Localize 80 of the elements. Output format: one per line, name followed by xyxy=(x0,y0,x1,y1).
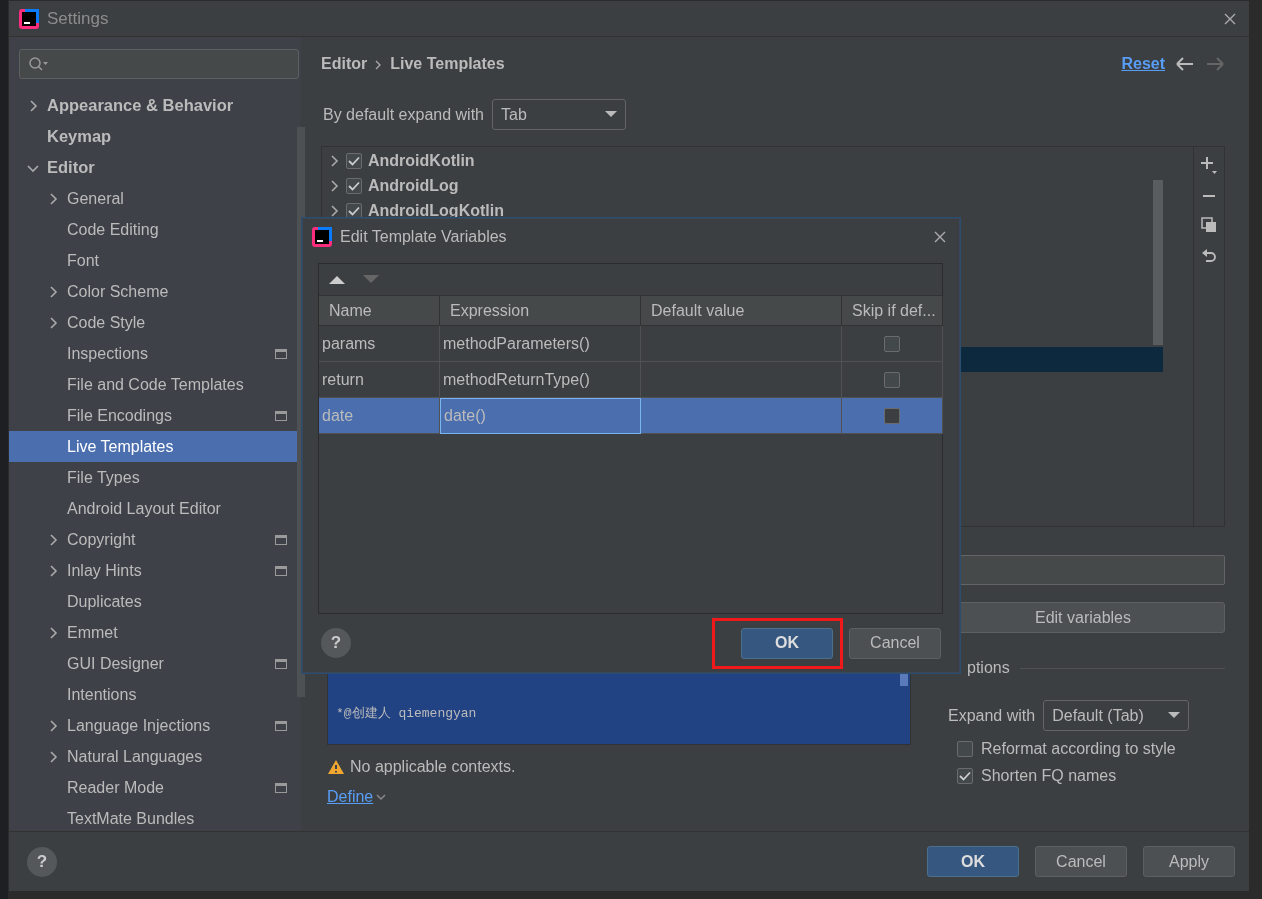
tree-item[interactable]: Inlay Hints xyxy=(9,555,301,586)
checkbox[interactable] xyxy=(957,768,973,784)
template-group-label: AndroidLog xyxy=(368,175,459,196)
help-button[interactable]: ? xyxy=(321,628,351,658)
tree-item[interactable]: Natural Languages xyxy=(9,741,301,772)
define-link[interactable]: Define xyxy=(327,785,387,809)
expand-dropdown[interactable]: Tab xyxy=(492,99,626,130)
checkbox-label: Reformat according to style xyxy=(981,739,1176,759)
checkbox[interactable] xyxy=(884,335,900,352)
tree-item[interactable]: Copyright xyxy=(9,524,301,555)
expand-dropdown[interactable]: Default (Tab) xyxy=(1043,700,1190,731)
tree-item[interactable]: Android Layout Editor xyxy=(9,493,301,524)
help-button[interactable]: ? xyxy=(27,846,57,877)
tree-item[interactable]: Inspections xyxy=(9,338,301,369)
warning-icon xyxy=(327,759,345,775)
table-cell: date xyxy=(319,398,440,434)
checkbox[interactable] xyxy=(346,177,362,194)
ok-button[interactable]: OK xyxy=(741,627,833,659)
tree-item[interactable]: General xyxy=(9,183,301,214)
close-icon[interactable] xyxy=(1223,11,1237,26)
caret-icon xyxy=(1168,712,1181,719)
undo-icon[interactable] xyxy=(1201,247,1217,263)
add-icon[interactable] xyxy=(1200,155,1218,175)
move-up-icon[interactable] xyxy=(329,275,345,284)
checkbox[interactable] xyxy=(884,407,900,424)
dialog-title: Edit Template Variables xyxy=(340,227,507,247)
tree-item[interactable]: File Encodings xyxy=(9,400,301,431)
column-header[interactable]: Name xyxy=(319,296,440,326)
checkbox-label: Shorten FQ names xyxy=(981,766,1117,786)
checkbox[interactable] xyxy=(884,371,900,388)
column-header[interactable]: Expression xyxy=(440,296,641,326)
caret-icon xyxy=(605,111,617,118)
tree-item[interactable]: File and Code Templates xyxy=(9,369,301,400)
search-icon xyxy=(28,56,50,72)
copy-icon[interactable] xyxy=(1201,217,1217,233)
table-cell: date() xyxy=(440,398,641,434)
tree-item[interactable]: Appearance & Behavior xyxy=(9,90,301,121)
scrollbar[interactable] xyxy=(1153,180,1163,345)
close-icon[interactable] xyxy=(933,230,947,244)
code-line: *@创建人 qiemengyan xyxy=(336,705,477,723)
back-arrow-icon[interactable] xyxy=(1175,57,1195,71)
checkbox[interactable] xyxy=(957,741,973,757)
window-title: Settings xyxy=(47,7,109,30)
tree-item[interactable]: Duplicates xyxy=(9,586,301,617)
tree-item[interactable]: Color Scheme xyxy=(9,276,301,307)
field-label: By default expand with xyxy=(322,104,484,125)
tree-item[interactable]: GUI Designer xyxy=(9,648,301,679)
ok-button[interactable]: OK xyxy=(927,846,1019,877)
tree-item[interactable]: Emmet xyxy=(9,617,301,648)
cancel-button[interactable]: Cancel xyxy=(1035,846,1127,877)
column-header[interactable]: Default value xyxy=(641,296,842,326)
warning-text: No applicable contexts. xyxy=(350,757,516,777)
cancel-button[interactable]: Cancel xyxy=(849,627,941,659)
app-logo-icon xyxy=(19,8,39,29)
tree-item[interactable]: Code Editing xyxy=(9,214,301,245)
template-group-label: AndroidLogKotlin xyxy=(368,200,504,221)
table-cell: params xyxy=(319,326,440,362)
chevron-down-icon xyxy=(376,793,387,801)
reset-link[interactable]: Reset xyxy=(1121,52,1165,76)
checkbox[interactable] xyxy=(346,152,362,169)
tree-item[interactable]: Intentions xyxy=(9,679,301,710)
tree-item[interactable]: File Types xyxy=(9,462,301,493)
template-group-label: AndroidKotlin xyxy=(368,150,475,171)
tree-item[interactable]: Code Style xyxy=(9,307,301,338)
tree-item[interactable]: TextMate Bundles xyxy=(9,803,301,834)
tree-item[interactable]: Keymap xyxy=(9,121,301,152)
breadcrumb-item: Editor xyxy=(321,54,368,74)
tree-item[interactable]: Language Injections xyxy=(9,710,301,741)
checkbox[interactable] xyxy=(346,202,362,219)
tree-item[interactable]: Reader Mode xyxy=(9,772,301,803)
tree-item[interactable]: Editor xyxy=(9,152,301,183)
section-title: ptions xyxy=(967,658,1010,678)
tree-item[interactable]: Font xyxy=(9,245,301,276)
search-field[interactable] xyxy=(19,49,299,79)
apply-button[interactable]: Apply xyxy=(1143,846,1235,877)
breadcrumb-item: Live Templates xyxy=(390,54,505,74)
field-label: Expand with xyxy=(948,705,1036,726)
table-cell: methodParameters() xyxy=(440,326,641,362)
column-header[interactable]: Skip if def... xyxy=(842,296,943,326)
app-logo-icon xyxy=(312,227,332,247)
